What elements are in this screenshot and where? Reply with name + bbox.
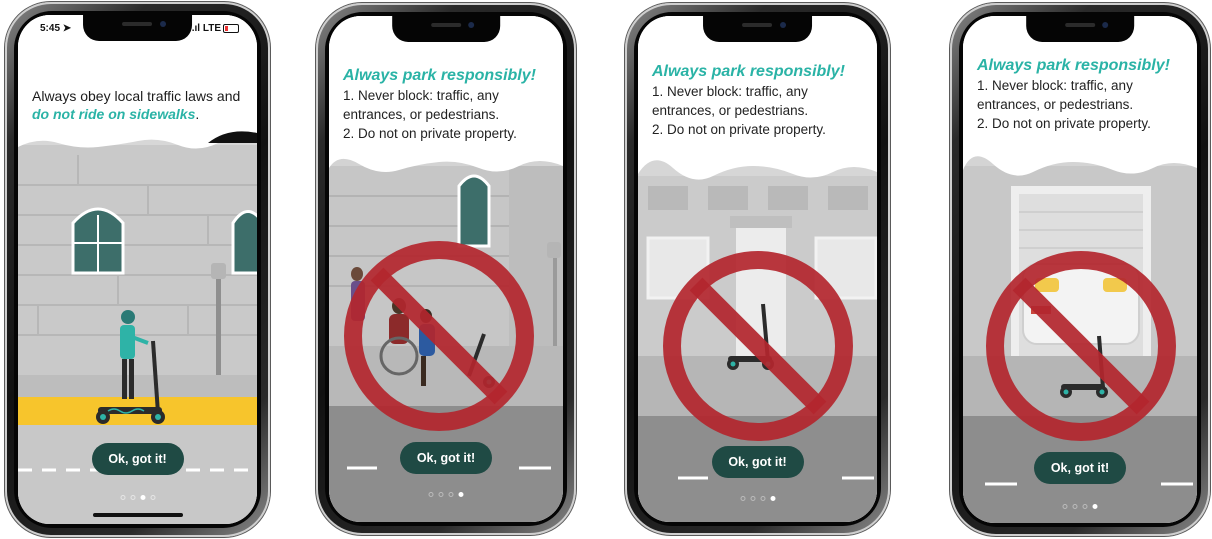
- phone-4: Always park responsibly! 1. Never block:…: [950, 3, 1210, 536]
- sidewalk-warning: do not ride on sidewalks: [32, 106, 196, 122]
- parking-rule-line: 1. Never block: traffic, any: [343, 88, 499, 103]
- onboarding-header: Always obey local traffic laws and do no…: [18, 87, 257, 123]
- phone-2: Always park responsibly! 1. Never block:…: [316, 3, 576, 535]
- phone-3: Always park responsibly! 1. Never block:…: [625, 3, 890, 535]
- parking-rule-line: entrances, or pedestrians.: [977, 97, 1134, 112]
- page-dot: [1072, 504, 1078, 509]
- page-indicator: [120, 495, 155, 500]
- page-dot-active: [458, 492, 464, 497]
- page-dot: [1082, 504, 1088, 509]
- phone-1: 5:45 ➤ .ıl LTE Always obey local traffic…: [5, 2, 270, 537]
- page-indicator: [428, 492, 464, 497]
- onboarding-screen-park-entrances: Always park responsibly! 1. Never block:…: [638, 16, 877, 522]
- page-dot: [760, 496, 765, 501]
- onboarding-screen-traffic-laws: 5:45 ➤ .ıl LTE Always obey local traffic…: [18, 15, 257, 524]
- page-indicator: [1062, 504, 1098, 509]
- onboarding-screen-park-private-property: Always park responsibly! 1. Never block:…: [963, 16, 1197, 523]
- page-dot: [150, 495, 155, 500]
- page-dot: [438, 492, 444, 497]
- park-responsibly-title: Always park responsibly!: [343, 67, 536, 84]
- phone-notch: [702, 16, 813, 42]
- parking-rule-line: 2. Do not on private property.: [652, 122, 826, 137]
- onboarding-header: Always park responsibly! 1. Never block:…: [638, 62, 877, 139]
- page-dot-active: [1092, 504, 1098, 509]
- ok-got-it-button[interactable]: Ok, got it!: [400, 442, 492, 474]
- page-dot: [448, 492, 454, 497]
- parking-rule-line: entrances, or pedestrians.: [652, 103, 809, 118]
- status-signal: .ıl LTE: [192, 23, 239, 34]
- page-dot-active: [140, 495, 145, 500]
- parking-rule-line: 1. Never block: traffic, any: [652, 84, 808, 99]
- onboarding-header: Always park responsibly! 1. Never block:…: [329, 66, 563, 143]
- page-dot-active: [770, 496, 775, 501]
- phone-notch: [392, 16, 500, 42]
- parking-rule-line: entrances, or pedestrians.: [343, 107, 500, 122]
- page-dot: [740, 496, 745, 501]
- page-dot: [428, 492, 434, 497]
- onboarding-header: Always park responsibly! 1. Never block:…: [963, 56, 1197, 133]
- ok-got-it-button[interactable]: Ok, got it!: [711, 446, 804, 478]
- page-dot: [750, 496, 755, 501]
- page-dot: [130, 495, 135, 500]
- page-dot: [120, 495, 125, 500]
- parking-rule-line: 2. Do not on private property.: [343, 126, 517, 141]
- ok-got-it-button[interactable]: Ok, got it!: [1034, 452, 1126, 484]
- status-time: 5:45 ➤: [40, 23, 72, 34]
- park-responsibly-title: Always park responsibly!: [977, 57, 1170, 74]
- battery-icon: [223, 23, 239, 33]
- ok-got-it-button[interactable]: Ok, got it!: [91, 443, 184, 475]
- traffic-law-message: Always obey local traffic laws and do no…: [32, 88, 241, 122]
- park-responsibly-title: Always park responsibly!: [652, 63, 845, 80]
- status-bar: 5:45 ➤ .ıl LTE: [40, 23, 239, 34]
- parking-rule-line: 1. Never block: traffic, any: [977, 78, 1133, 93]
- page-indicator: [740, 496, 775, 501]
- phone-notch: [1026, 16, 1134, 42]
- onboarding-screen-park-pedestrians: Always park responsibly! 1. Never block:…: [329, 16, 563, 522]
- page-dot: [1062, 504, 1068, 509]
- parking-rule-line: 2. Do not on private property.: [977, 116, 1151, 131]
- home-indicator[interactable]: [92, 513, 183, 517]
